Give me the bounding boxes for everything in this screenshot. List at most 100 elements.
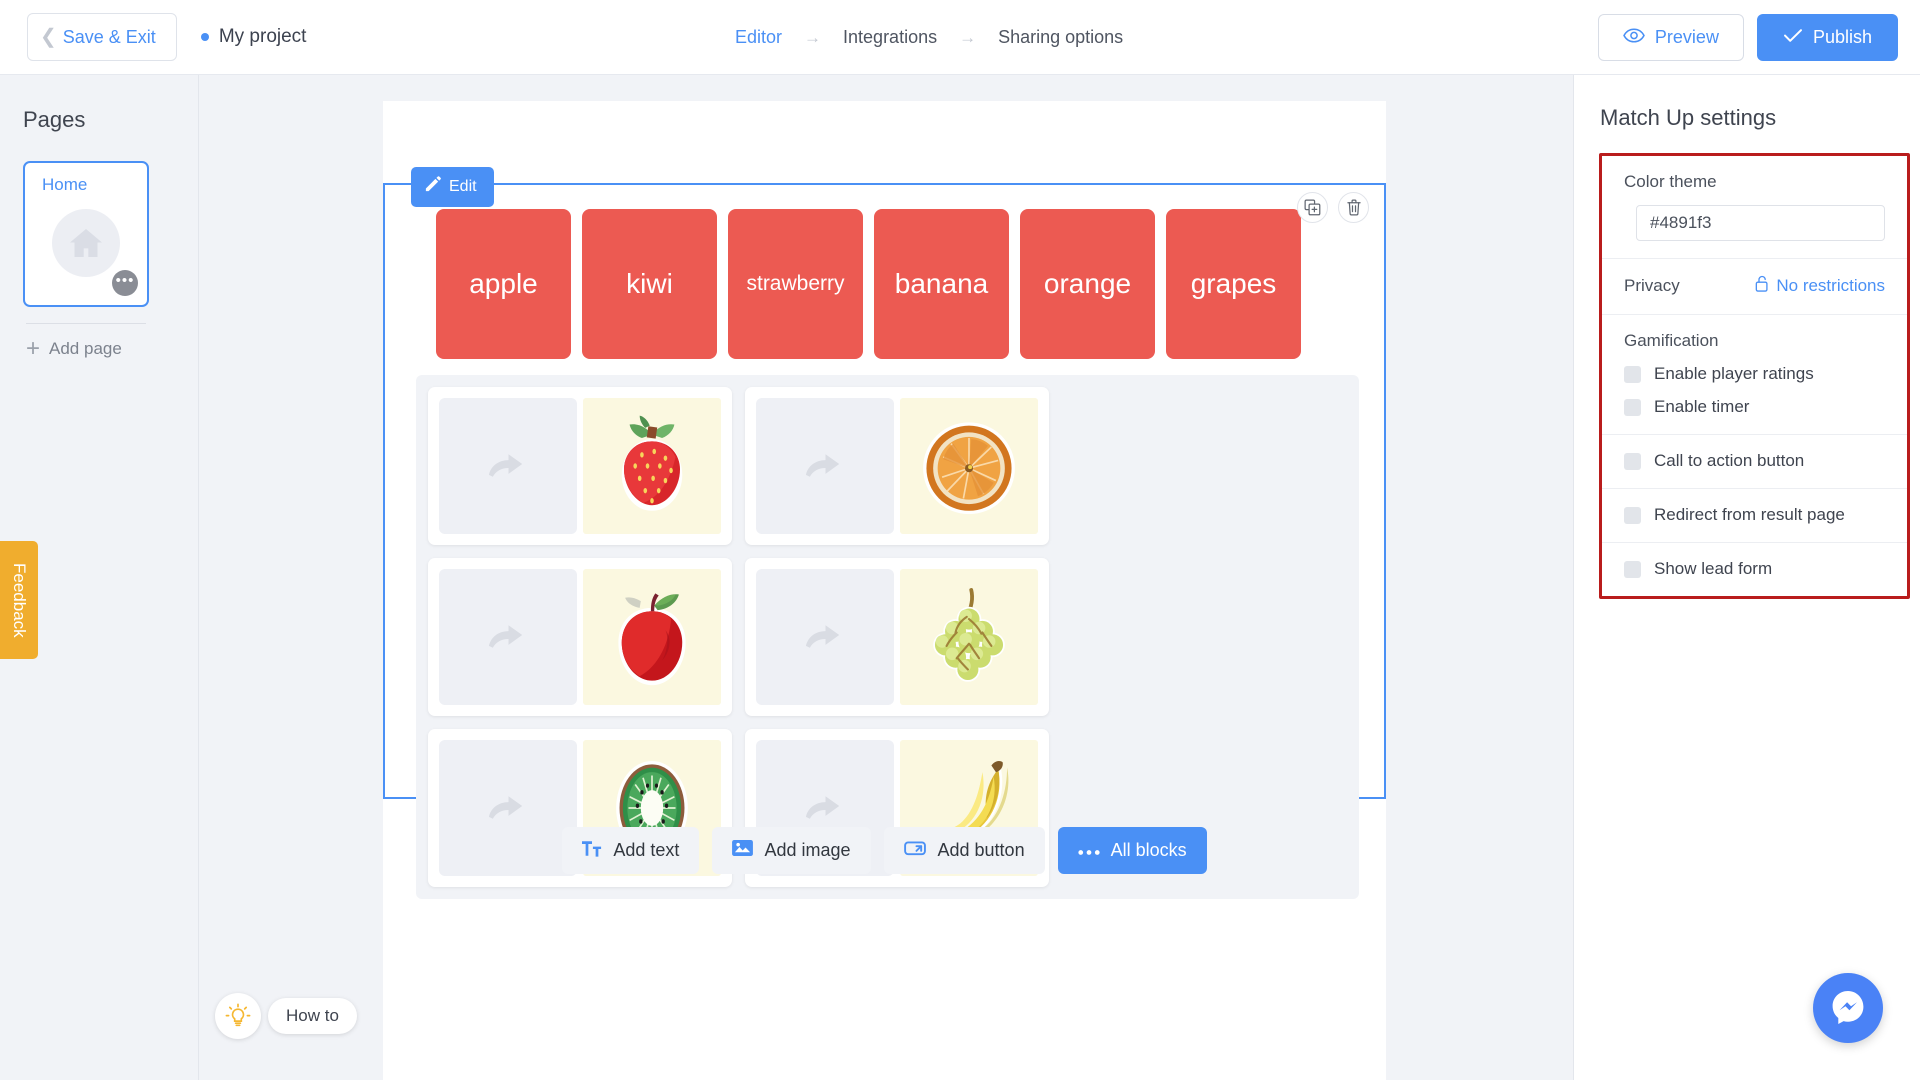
checkbox-label: Call to action button [1654, 451, 1805, 470]
match-image-apple[interactable] [583, 569, 721, 705]
how-to-label: How to [286, 1006, 339, 1025]
unlock-icon [1755, 275, 1769, 297]
checkbox-redirect-from-result-page[interactable]: Redirect from result page [1624, 505, 1885, 525]
checkbox-show-lead-form[interactable]: Show lead form [1624, 559, 1885, 579]
strawberry-image [621, 415, 683, 511]
match-pair-row[interactable] [428, 558, 732, 716]
privacy-value-button[interactable]: No restrictions [1755, 275, 1885, 297]
checkbox-icon[interactable] [1624, 506, 1641, 524]
word-card[interactable]: banana [874, 209, 1009, 359]
messenger-button[interactable] [1813, 973, 1883, 1043]
checkbox-call-to-action-button[interactable]: Call to action button [1624, 451, 1885, 471]
word-card-label: apple [469, 268, 538, 299]
settings-panel: Match Up settings Color theme Privacy [1573, 75, 1920, 1080]
match-pair-row[interactable] [428, 387, 732, 545]
add-image-label: Add image [764, 840, 851, 860]
checkbox-enable-timer[interactable]: Enable timer [1624, 397, 1885, 417]
match-image-grapes[interactable] [900, 569, 1038, 705]
privacy-value-label: No restrictions [1776, 276, 1885, 295]
sidebar-page-home[interactable]: Home ••• [23, 161, 149, 307]
curved-arrow-icon [805, 454, 839, 477]
word-card-label: kiwi [626, 268, 673, 299]
preview-button[interactable]: Preview [1597, 14, 1744, 61]
arrow-right-icon: → [959, 27, 977, 47]
color-hex-input[interactable] [1636, 205, 1885, 241]
privacy-section: Privacy No restrictions [1602, 259, 1907, 315]
delete-icon[interactable] [1338, 192, 1369, 223]
publish-button[interactable]: Publish [1756, 14, 1898, 61]
word-card[interactable]: orange [1020, 209, 1155, 359]
checkbox-icon[interactable] [1624, 560, 1641, 578]
checkbox-icon[interactable] [1624, 365, 1641, 383]
page-card-menu-button[interactable]: ••• [112, 270, 138, 296]
breadcrumb-item-editor[interactable]: Editor [735, 27, 782, 48]
privacy-row: Privacy No restrictions [1624, 275, 1885, 297]
feedback-label: Feedback [10, 562, 29, 638]
add-text-label: Add text [613, 840, 680, 860]
gamification-label: Gamification [1624, 331, 1719, 350]
drop-zone[interactable] [439, 569, 577, 705]
text-icon [582, 840, 602, 862]
drop-zone[interactable] [756, 398, 894, 534]
image-icon [732, 839, 754, 862]
word-card[interactable]: kiwi [582, 209, 717, 359]
breadcrumb: Editor → Integrations → Sharing options [735, 0, 1123, 75]
match-pair-row[interactable] [745, 387, 1049, 545]
word-card-label: banana [894, 268, 989, 299]
page-canvas[interactable]: Edit apple kiwi strawberry banana orange… [383, 101, 1386, 1080]
breadcrumb-item-integrations[interactable]: Integrations [843, 27, 937, 48]
add-image-button[interactable]: Add image [712, 827, 871, 874]
redirect-section: Redirect from result page [1602, 489, 1907, 543]
add-button-button[interactable]: Add button [883, 827, 1045, 874]
word-card[interactable]: grapes [1166, 209, 1301, 359]
checkbox-label: Redirect from result page [1654, 505, 1845, 524]
breadcrumb-item-sharing-options[interactable]: Sharing options [998, 27, 1123, 48]
add-text-button[interactable]: Add text [562, 827, 700, 874]
checkbox-icon[interactable] [1624, 452, 1641, 470]
plus-icon: + [26, 335, 41, 362]
duplicate-icon[interactable] [1297, 192, 1328, 223]
gamification-section: Gamification Enable player ratings Enabl… [1602, 315, 1907, 435]
checkbox-icon[interactable] [1624, 398, 1641, 416]
add-page-label: Add page [49, 339, 122, 358]
how-to-button[interactable]: How to [268, 998, 357, 1034]
preview-label: Preview [1654, 27, 1719, 47]
match-pair-grid [416, 375, 1359, 899]
curved-arrow-icon [488, 454, 522, 477]
call-to-action-section: Call to action button [1602, 435, 1907, 489]
word-card-label: orange [1043, 268, 1132, 299]
orange-image [923, 422, 1015, 515]
feedback-tab[interactable]: Feedback [0, 541, 38, 659]
curved-arrow-icon [805, 625, 839, 648]
workspace: Edit apple kiwi strawberry banana orange… [199, 75, 1573, 1080]
word-card[interactable]: apple [436, 209, 571, 359]
project-name[interactable]: My project [200, 26, 307, 48]
page-card-label: Home [42, 175, 88, 194]
block-tools [1297, 192, 1369, 223]
match-pair-row[interactable] [745, 558, 1049, 716]
lightbulb-icon[interactable] [215, 993, 261, 1039]
pencil-icon [424, 176, 441, 198]
save-and-exit-button[interactable]: ❮ Save & Exit [27, 13, 177, 61]
match-image-orange[interactable] [900, 398, 1038, 534]
checkbox-enable-player-ratings[interactable]: Enable player ratings [1624, 364, 1885, 384]
checkbox-label: Show lead form [1654, 559, 1773, 578]
top-bar-actions: Preview Publish [1597, 14, 1898, 61]
match-image-strawberry[interactable] [583, 398, 721, 534]
drop-zone[interactable] [439, 398, 577, 534]
word-card[interactable]: strawberry [728, 209, 863, 359]
drop-zone[interactable] [756, 569, 894, 705]
add-block-toolbar: Add text Add image Add button All blocks [383, 827, 1386, 874]
project-name-label: My project [218, 26, 307, 47]
match-up-block[interactable]: Edit apple kiwi strawberry banana orange… [383, 167, 1386, 899]
color-theme-section: Color theme [1602, 156, 1907, 259]
edit-block-button[interactable]: Edit [411, 167, 494, 207]
checkbox-label: Enable timer [1654, 397, 1750, 416]
curved-arrow-icon [805, 796, 839, 819]
ellipsis-icon [1077, 840, 1100, 861]
edit-block-label: Edit [449, 178, 477, 195]
add-page-button[interactable]: + Add page [26, 337, 198, 361]
all-blocks-button[interactable]: All blocks [1057, 827, 1207, 874]
pages-title: Pages [23, 107, 86, 132]
color-theme-label: Color theme [1624, 172, 1717, 191]
